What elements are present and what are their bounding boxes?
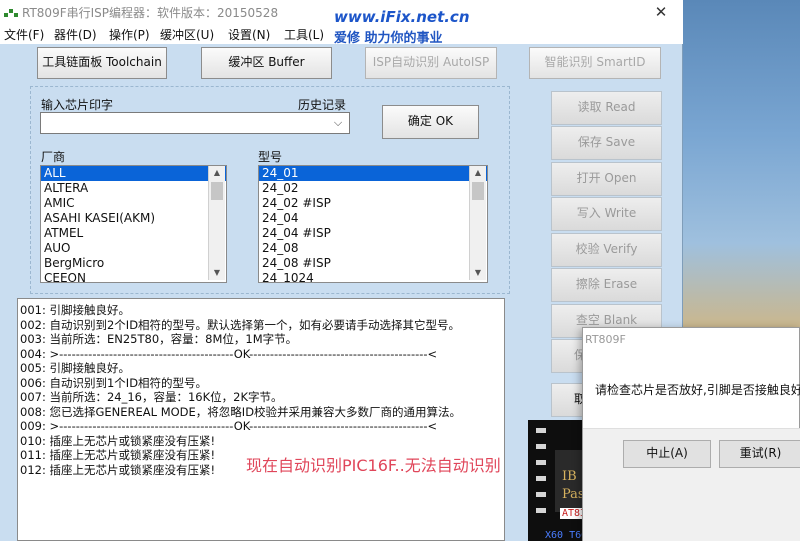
menu-buffer[interactable]: 缓冲区(U): [160, 26, 214, 43]
history-label: 历史记录: [298, 98, 347, 112]
list-item[interactable]: 24_08 #ISP: [259, 256, 487, 271]
autoisp-button[interactable]: ISP自动识别 AutoISP: [365, 47, 497, 79]
retry-button[interactable]: 重试(R): [719, 440, 800, 468]
log-line: 007: 当前所选：24_16，容量：16K位，2K字节。: [20, 390, 283, 404]
log-line: 009: >----------------------------------…: [20, 419, 438, 433]
menu-tools[interactable]: 工具(L): [284, 26, 324, 43]
log-line: 010: 插座上无芯片或锁紧座没有压紧!: [20, 433, 216, 448]
chip-marking-input[interactable]: [40, 112, 350, 134]
chip-pin: [536, 444, 546, 449]
window-title: RT809F串行ISP编程器：软件版本：20150528: [22, 6, 279, 20]
read-button[interactable]: 读取 Read: [551, 91, 662, 125]
log-line: 008: 您已选择GENEREAL MODE，将忽略ID校验并采用兼容大多数厂商…: [20, 404, 462, 419]
menu-file[interactable]: 文件(F): [4, 26, 44, 43]
scroll-down-icon[interactable]: ▼: [209, 266, 225, 280]
list-item[interactable]: BergMicro: [41, 256, 226, 271]
list-item[interactable]: 24_08: [259, 241, 487, 256]
watermark-slogan: 爱修 助力你的事业: [334, 31, 443, 46]
chip-pin: [536, 492, 546, 497]
smartid-button[interactable]: 智能识别 SmartID: [529, 47, 661, 79]
scroll-thumb[interactable]: [211, 182, 223, 200]
chip-pin: [536, 460, 546, 465]
dialog-title: RT809F: [585, 333, 626, 346]
list-item[interactable]: 24_1024: [259, 271, 487, 282]
log-line: 006: 自动识别到1个ID相符的型号。: [20, 375, 208, 390]
scroll-thumb[interactable]: [472, 182, 484, 200]
list-item[interactable]: 24_02 #ISP: [259, 196, 487, 211]
log-line: 002: 自动识别到2个ID相符的型号。默认选择第一个，如有必要请手动选择其它型…: [20, 317, 461, 332]
chip-pin: [536, 508, 546, 513]
erase-button[interactable]: 擦除 Erase: [551, 268, 662, 302]
close-icon[interactable]: ✕: [641, 0, 681, 24]
list-item[interactable]: ATMEL: [41, 226, 226, 241]
list-item[interactable]: 24_02: [259, 181, 487, 196]
log-line: 004: >----------------------------------…: [20, 346, 438, 361]
model-list[interactable]: 24_01 24_02 24_02 #ISP 24_04 24_04 #ISP …: [258, 165, 488, 283]
scroll-up-icon[interactable]: ▲: [209, 166, 225, 180]
dialog-message: 请检查芯片是否放好,引脚是否接触良好: [595, 383, 800, 397]
app-icon: [3, 4, 19, 20]
menu-operate[interactable]: 操作(P): [109, 26, 150, 43]
list-item[interactable]: AUO: [41, 241, 226, 256]
chip-pin: [536, 476, 546, 481]
watermark-url: www.iFix.net.cn: [334, 8, 470, 26]
list-item[interactable]: ALL: [41, 166, 226, 181]
vendor-scrollbar[interactable]: ▲ ▼: [208, 166, 225, 280]
vendor-label: 厂商: [41, 150, 66, 164]
chip-marking-label: 输入芯片印字: [41, 98, 114, 112]
confirm-button[interactable]: 确定 OK: [382, 105, 479, 139]
vendor-list[interactable]: ALL ALTERA AMIC ASAHI KASEI(AKM) ATMEL A…: [40, 165, 227, 283]
menu-device[interactable]: 器件(D): [54, 26, 97, 43]
log-line: 001: 引脚接触良好。: [20, 303, 130, 317]
log-line: 005: 引脚接触良好。: [20, 361, 130, 375]
model-scrollbar[interactable]: ▲ ▼: [469, 166, 486, 280]
write-button[interactable]: 写入 Write: [551, 197, 662, 231]
chip-pin: [536, 428, 546, 433]
list-item[interactable]: 24_04 #ISP: [259, 226, 487, 241]
log-line: 003: 当前所选：EN25T80，容量：8M位，1M字节。: [20, 332, 298, 346]
buffer-button[interactable]: 缓冲区 Buffer: [201, 47, 332, 79]
list-item[interactable]: AMIC: [41, 196, 226, 211]
list-item[interactable]: 24_01: [259, 166, 487, 181]
list-item[interactable]: ASAHI KASEI(AKM): [41, 211, 226, 226]
chip-marking-text: IB: [562, 469, 577, 484]
list-item[interactable]: CEEON: [41, 271, 226, 282]
list-item[interactable]: ALTERA: [41, 181, 226, 196]
list-item[interactable]: 24_04: [259, 211, 487, 226]
save-button[interactable]: 保存 Save: [551, 126, 662, 160]
scroll-down-icon[interactable]: ▼: [470, 266, 486, 280]
log-output[interactable]: 001: 引脚接触良好。 002: 自动识别到2个ID相符的型号。默认选择第一个…: [17, 298, 505, 541]
verify-button[interactable]: 校验 Verify: [551, 233, 662, 267]
annotation-text: 现在自动识别PIC16F..无法自动识别: [246, 456, 501, 475]
menu-settings[interactable]: 设置(N): [228, 26, 270, 43]
abort-button[interactable]: 中止(A): [623, 440, 711, 468]
model-label: 型号: [258, 150, 283, 164]
open-button[interactable]: 打开 Open: [551, 162, 662, 196]
chevron-down-icon[interactable]: ⌵: [330, 116, 346, 130]
toolchain-button[interactable]: 工具链面板 Toolchain: [37, 47, 167, 79]
scroll-up-icon[interactable]: ▲: [470, 166, 486, 180]
